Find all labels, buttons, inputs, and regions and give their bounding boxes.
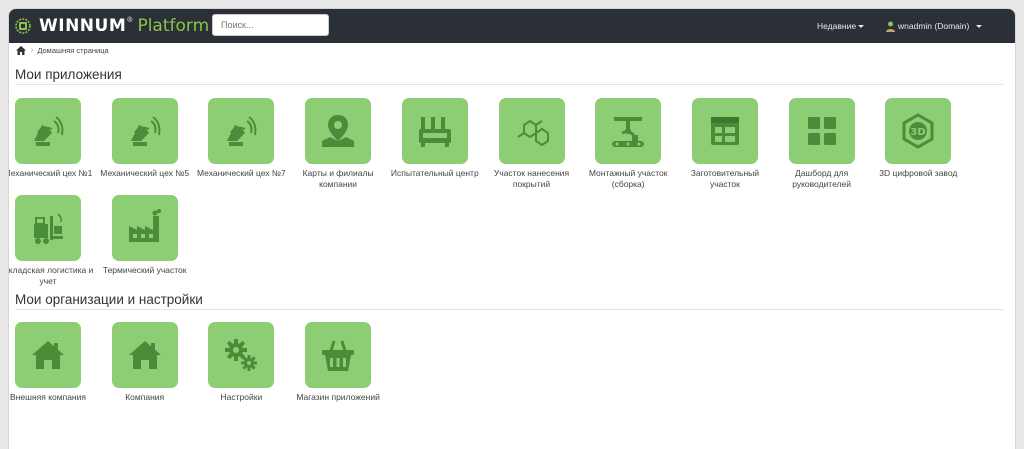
search-input[interactable] [212, 14, 329, 36]
app-tile-icon-box[interactable] [208, 322, 275, 388]
app-tile-label: Механический цех №7 [196, 168, 286, 178]
chip-logo-icon [13, 16, 33, 36]
app-tile-label: Компания [125, 392, 165, 402]
user-icon [886, 21, 895, 32]
robot-arm-icon [608, 111, 648, 151]
app-tile-label: 3D цифровой завод [879, 168, 958, 178]
map-marker-icon [318, 111, 358, 151]
logo-platform: Platform [137, 16, 210, 36]
satellite-dish-icon [28, 111, 68, 151]
logo-trademark: ® [127, 16, 133, 24]
gears-icon [221, 335, 261, 375]
app-tile-icon-box[interactable] [111, 98, 178, 164]
caret-down-icon [976, 24, 983, 28]
3d-cube-icon: 3D [898, 111, 938, 151]
app-tile[interactable]: Настройки [191, 322, 291, 403]
home-icon[interactable] [16, 46, 26, 55]
satellite-dish-icon [221, 111, 261, 151]
app-tile-icon-box[interactable] [111, 322, 178, 388]
shopping-basket-icon [318, 335, 358, 375]
dashboard-grid-icon [802, 111, 842, 151]
app-tile[interactable]: Компания [95, 322, 195, 403]
app-tile-icon-box[interactable] [15, 98, 81, 164]
window-grid-icon [705, 111, 745, 151]
app-tile-icon-box[interactable] [498, 98, 565, 164]
logo[interactable]: WINNUM ® Platform [13, 9, 209, 43]
app-tile-label: Внешняя компания [10, 392, 86, 402]
breadcrumb: › Домашняя страница [9, 43, 1015, 58]
caret-down-icon [858, 24, 865, 28]
app-tile-label: Термический участок [102, 265, 187, 275]
forklift-icon [28, 208, 68, 248]
recent-dropdown[interactable]: Недавние [817, 9, 865, 43]
app-tile-icon-box[interactable] [111, 195, 178, 261]
app-tile[interactable]: Дашборд для руководителей [772, 98, 872, 190]
breadcrumb-separator: › [31, 47, 34, 54]
user-label: wnadmin (Domain) [898, 21, 970, 31]
app-tile[interactable]: Внешняя компания [9, 322, 98, 403]
test-bench-icon [415, 111, 455, 151]
app-tile-label: Карты и филиалы компании [302, 168, 374, 189]
app-tile[interactable]: Механический цех №7 [191, 98, 291, 179]
molecule-icon [512, 111, 552, 151]
app-tile[interactable]: 3D 3D цифровой завод [868, 98, 968, 179]
house-icon [125, 335, 165, 375]
apps-section-title: Мои приложения [15, 67, 122, 82]
app-tile[interactable]: Участок нанесения покрытий [482, 98, 582, 190]
app-tile-label: Настройки [220, 392, 263, 402]
app-tile-icon-box[interactable] [788, 98, 855, 164]
app-tile-icon-box[interactable] [305, 322, 372, 388]
app-tile-label: Монтажный участок (сборка) [588, 168, 668, 189]
user-menu[interactable]: wnadmin (Domain) [886, 9, 983, 43]
app-tile-label: Складская логистика и учет [8, 265, 94, 286]
house-icon [28, 335, 68, 375]
app-tile-label: Участок нанесения покрытий [493, 168, 570, 189]
app-tile[interactable]: Монтажный участок (сборка) [578, 98, 678, 190]
factory-icon [125, 208, 165, 248]
app-tile-icon-box[interactable] [401, 98, 468, 164]
app-tile[interactable]: Магазин приложений [288, 322, 388, 403]
app-tile[interactable]: Карты и филиалы компании [288, 98, 388, 190]
app-tile[interactable]: Механический цех №5 [95, 98, 195, 179]
app-tile[interactable]: Заготовительный участок [675, 98, 775, 190]
app-tile-icon-box[interactable] [208, 98, 275, 164]
app-tile-label: Механический цех №1 [8, 168, 93, 178]
svg-text:3D: 3D [911, 127, 926, 138]
section-divider [15, 84, 1003, 85]
app-tile[interactable]: Складская логистика и учет [8, 195, 98, 287]
app-tile-icon-box[interactable] [691, 98, 758, 164]
breadcrumb-current: Домашняя страница [37, 46, 109, 55]
app-tile-icon-box[interactable] [595, 98, 662, 164]
app-tile-label: Дашборд для руководителей [792, 168, 851, 189]
logo-word: WINNUM [39, 16, 127, 36]
satellite-dish-icon [125, 111, 165, 151]
orgs-section-title: Мои организации и настройки [15, 292, 203, 307]
app-tile-label: Магазин приложений [296, 392, 380, 402]
app-tile-icon-box[interactable] [15, 322, 81, 388]
app-tile-icon-box[interactable] [15, 195, 81, 261]
app-window: WINNUM ® Platform Недавние wnadmin (Doma… [8, 8, 1016, 449]
app-tile[interactable]: Термический участок [95, 195, 195, 276]
section-divider [15, 309, 1003, 310]
app-tile-icon-box[interactable] [305, 98, 372, 164]
app-tile-label: Заготовительный участок [690, 168, 760, 189]
app-tile[interactable]: Механический цех №1 [8, 98, 98, 179]
top-navbar: WINNUM ® Platform Недавние wnadmin (Doma… [9, 9, 1015, 43]
recent-label: Недавние [817, 21, 857, 31]
app-tile-icon-box[interactable]: 3D [885, 98, 952, 164]
app-tile-label: Механический цех №5 [100, 168, 190, 178]
app-tile[interactable]: Испытательный центр [385, 98, 485, 179]
app-tile-label: Испытательный центр [390, 168, 479, 178]
